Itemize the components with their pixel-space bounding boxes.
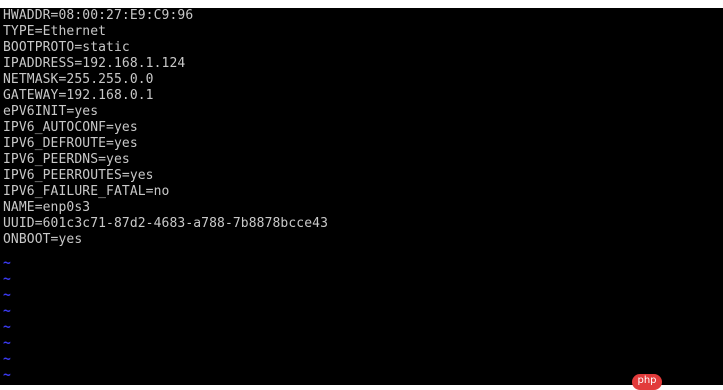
terminal-editor[interactable]: HWADDR=08:00:27:E9:C9:96 TYPE=Ethernet B… bbox=[0, 8, 723, 385]
config-line-netmask: NETMASK=255.255.0.0 bbox=[3, 72, 154, 87]
config-line-ipv6-peerroutes: IPV6_PEERROUTES=yes bbox=[3, 168, 154, 183]
config-line-ipv6-autoconf: IPV6_AUTOCONF=yes bbox=[3, 120, 138, 135]
empty-line-marker: ~ bbox=[3, 272, 11, 287]
config-line-ipv6-peerdns: IPV6_PEERDNS=yes bbox=[3, 152, 130, 167]
empty-line-marker: ~ bbox=[3, 352, 11, 367]
config-line-type: TYPE=Ethernet bbox=[3, 24, 107, 39]
config-line-ipv6-defroute: IPV6_DEFROUTE=yes bbox=[3, 136, 138, 151]
empty-line-marker: ~ bbox=[3, 304, 11, 319]
config-line-ipv6-failure-fatal: IPV6_FAILURE_FATAL=no bbox=[3, 184, 170, 199]
empty-line-marker: ~ bbox=[3, 368, 11, 383]
config-line-ipv6init: ePV6INIT=yes bbox=[3, 104, 99, 119]
config-line-onboot: ONBOOT=yes bbox=[3, 232, 83, 247]
empty-line-marker: ~ bbox=[3, 320, 11, 335]
php-logo-watermark: php bbox=[632, 374, 662, 390]
empty-line-marker: ~ bbox=[3, 288, 11, 303]
config-line-name: NAME=enp0s3 bbox=[3, 200, 91, 215]
config-line-bootproto: BOOTPROTO=static bbox=[3, 40, 130, 55]
config-line-ipaddress: IPADDRESS=192.168.1.124 bbox=[3, 56, 186, 71]
config-line-hwaddr: HWADDR=08:00:27:E9:C9:96 bbox=[3, 8, 194, 23]
config-line-gateway: GATEWAY=192.168.0.1 bbox=[3, 88, 154, 103]
config-line-uuid: UUID=601c3c71-87d2-4683-a788-7b8878bcce4… bbox=[3, 216, 328, 231]
screenshot-frame: HWADDR=08:00:27:E9:C9:96 TYPE=Ethernet B… bbox=[0, 0, 723, 390]
empty-line-marker: ~ bbox=[3, 336, 11, 351]
file-content: HWADDR=08:00:27:E9:C9:96 TYPE=Ethernet B… bbox=[3, 8, 328, 248]
empty-line-markers: ~ ~ ~ ~ ~ ~ ~ ~ bbox=[3, 256, 11, 384]
empty-line-marker: ~ bbox=[3, 256, 11, 271]
